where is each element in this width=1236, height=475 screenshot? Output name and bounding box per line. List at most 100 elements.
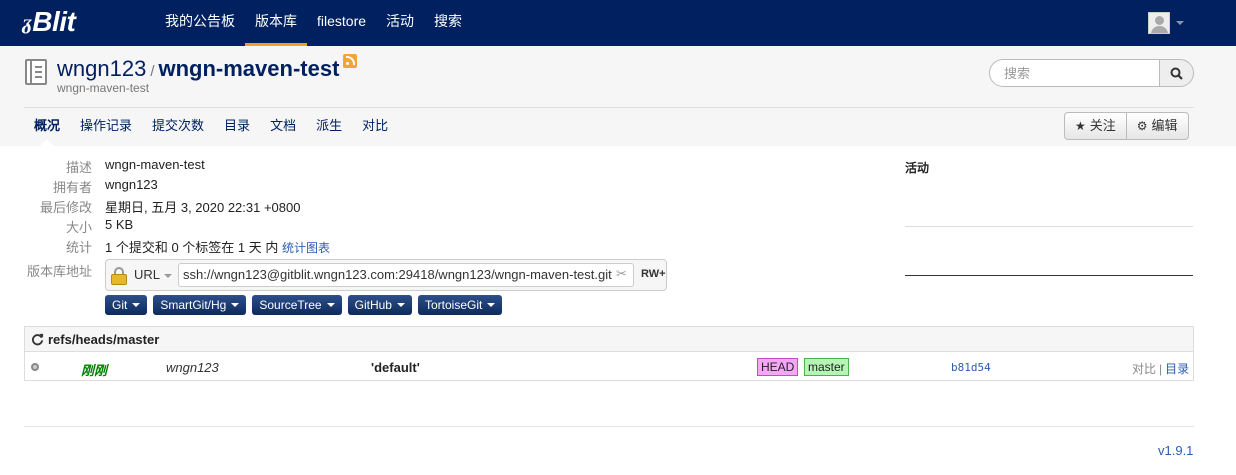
caret-down-icon — [132, 303, 141, 307]
stats-label: 统计 — [65, 240, 92, 255]
repo-url-label: 版本库地址 — [26, 264, 92, 279]
edit-button[interactable]: ⚙ 编辑 — [1125, 113, 1188, 139]
footer-divider — [24, 426, 1194, 427]
branch-log-header: refs/heads/master — [25, 327, 1193, 352]
tab-reflog[interactable]: 操作记录 — [70, 108, 142, 146]
watch-button[interactable]: ★ 关注 — [1065, 113, 1126, 139]
client-label: SmartGit/Hg — [160, 298, 227, 312]
activity-heading: 活动 — [905, 161, 930, 175]
modified-label: 最后修改 — [39, 200, 92, 215]
master-ref-badge[interactable]: master — [804, 358, 849, 376]
client-github-button[interactable]: GitHub — [347, 295, 412, 315]
tab-commits[interactable]: 提交次数 — [142, 108, 214, 146]
stats-chart-link[interactable]: 统计图表 — [282, 241, 330, 255]
copy-icon[interactable]: ✂ — [616, 267, 630, 281]
client-label: SourceTree — [259, 298, 322, 312]
lock-icon — [111, 267, 127, 285]
top-navbar: ᵹ Blit 我的公告板 版本库 filestore 活动 搜索 — [0, 0, 1236, 46]
repo-tabs: 概况 操作记录 提交次数 目录 文档 派生 对比 — [24, 108, 398, 146]
tree-link[interactable]: 目录 — [1165, 362, 1189, 376]
summary-row-owner: 拥有者 wngn123 — [24, 177, 324, 197]
client-sourcetree-button[interactable]: SourceTree — [252, 295, 342, 315]
commit-actions: 对比 | 目录 — [1132, 360, 1189, 377]
modified-value: 星期日, 五月 3, 2020 22:31 +0800 — [105, 200, 301, 215]
client-label: TortoiseGit — [424, 298, 483, 312]
repo-subtitle: wngn-maven-test — [57, 81, 150, 95]
repo-header: wngn123 / wngn-maven-test wngn-maven-tes… — [0, 46, 1236, 146]
clone-url-field[interactable]: ssh://wngn123@gitblit.wngn123.com:29418/… — [178, 263, 634, 287]
commit-author[interactable]: wngn123 — [166, 360, 219, 375]
chevron-down-icon[interactable] — [164, 274, 172, 278]
rss-feed-icon[interactable] — [343, 54, 358, 68]
search-button[interactable] — [1159, 59, 1194, 87]
caret-down-icon — [487, 303, 496, 307]
permission-badge: RW+ — [641, 268, 666, 280]
size-label: 大小 — [65, 220, 92, 235]
branch-log: refs/heads/master 刚刚 wngn123 'default' H… — [24, 326, 1194, 381]
tab-compare[interactable]: 对比 — [352, 108, 398, 146]
repo-owner-link[interactable]: wngn123 — [57, 56, 146, 82]
table-row: 刚刚 wngn123 'default' HEAD master b81d54 … — [25, 353, 1193, 381]
star-icon: ★ — [1075, 119, 1086, 133]
size-value: 5 KB — [105, 217, 134, 232]
client-tortoisegit-button[interactable]: TortoiseGit — [417, 295, 503, 315]
compare-link[interactable]: 对比 — [1132, 362, 1156, 376]
repository-icon — [25, 59, 47, 85]
commit-icon — [31, 363, 39, 371]
nav-item-repositories[interactable]: 版本库 — [245, 0, 307, 46]
description-value: wngn-maven-test — [105, 157, 205, 172]
edit-label: 编辑 — [1151, 118, 1178, 133]
version-link[interactable]: v1.9.1 — [1158, 443, 1193, 458]
commit-date: 刚刚 — [81, 363, 108, 378]
activity-chart-axis — [905, 275, 1193, 276]
gitblit-logo[interactable]: ᵹ Blit — [22, 6, 76, 38]
tab-summary[interactable]: 概况 — [24, 108, 70, 146]
activity-divider — [905, 226, 1193, 227]
summary-row-modified: 最后修改 星期日, 五月 3, 2020 22:31 +0800 — [24, 197, 424, 217]
chevron-down-icon — [1176, 21, 1184, 25]
owner-link[interactable]: wngn123 — [105, 177, 158, 192]
link-separator: | — [1159, 362, 1163, 376]
client-git-button[interactable]: Git — [105, 295, 148, 315]
nav-item-filestore[interactable]: filestore — [307, 0, 376, 46]
watch-label: 关注 — [1089, 118, 1116, 133]
summary-row-description: 描述 wngn-maven-test — [24, 157, 324, 177]
protocol-selector[interactable]: URL — [134, 267, 160, 282]
head-ref-badge[interactable]: HEAD — [757, 358, 799, 376]
refresh-icon — [31, 333, 44, 345]
logo-text: Blit — [32, 6, 76, 37]
commit-hash-link[interactable]: b81d54 — [951, 361, 991, 374]
stats-value: 1 个提交和 0 个标签在 1 天 内 统计图表 — [105, 237, 330, 256]
search-icon — [1170, 67, 1183, 80]
nav-item-dashboard[interactable]: 我的公告板 — [155, 0, 245, 46]
repo-actions: ★ 关注 ⚙ 编辑 — [1064, 112, 1189, 140]
repo-name-link[interactable]: wngn-maven-test — [158, 56, 339, 82]
logo-mark: ᵹ — [22, 9, 32, 34]
client-label: Git — [112, 298, 128, 312]
avatar[interactable] — [1148, 12, 1170, 34]
user-menu[interactable] — [1148, 12, 1184, 34]
git-clients: Git SmartGit/Hg SourceTree GitHub Tortoi… — [105, 295, 508, 315]
main-nav: 我的公告板 版本库 filestore 活动 搜索 — [155, 0, 472, 46]
commit-message[interactable]: 'default' — [371, 360, 420, 375]
tab-tree[interactable]: 目录 — [214, 108, 260, 146]
owner-label: 拥有者 — [52, 180, 92, 195]
caret-down-icon — [326, 303, 335, 307]
search-box — [989, 59, 1194, 87]
summary-row-size: 大小 5 KB — [24, 217, 324, 237]
gear-icon: ⚙ — [1136, 119, 1148, 133]
stats-text: 1 个提交和 0 个标签在 1 天 内 — [105, 240, 279, 255]
clone-url-panel: URL ssh://wngn123@gitblit.wngn123.com:29… — [105, 259, 667, 291]
description-label: 描述 — [65, 160, 92, 175]
tab-docs[interactable]: 文档 — [260, 108, 306, 146]
tab-forks[interactable]: 派生 — [306, 108, 352, 146]
client-smartgit-button[interactable]: SmartGit/Hg — [153, 295, 247, 315]
nav-item-activity[interactable]: 活动 — [376, 0, 424, 46]
caret-down-icon — [231, 303, 240, 307]
repo-title-separator: / — [150, 63, 155, 80]
branch-ref-link[interactable]: refs/heads/master — [48, 332, 159, 347]
search-input[interactable] — [989, 59, 1160, 87]
client-label: GitHub — [354, 298, 392, 312]
repo-title: wngn123 / wngn-maven-test — [57, 54, 358, 82]
nav-item-search[interactable]: 搜索 — [424, 0, 472, 46]
